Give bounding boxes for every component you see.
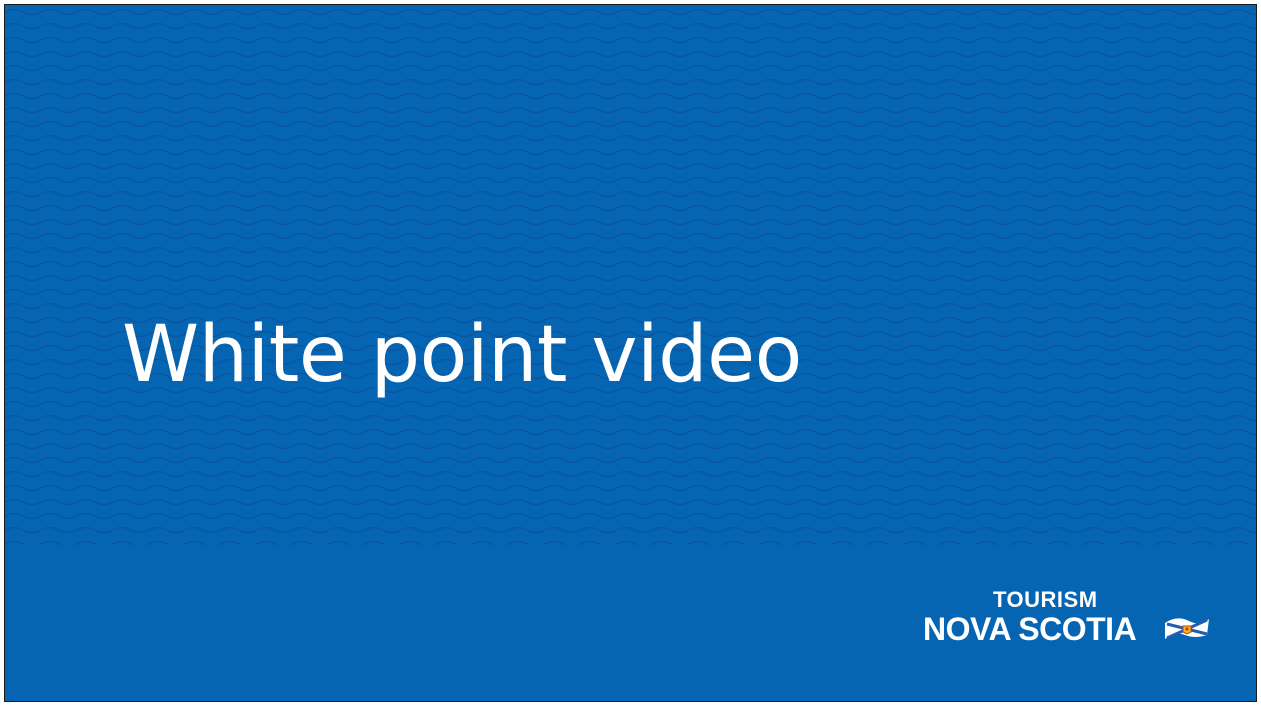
- nova-scotia-flag-icon: [1165, 618, 1209, 640]
- logo-nova-scotia-text: NOVA SCOTIA: [923, 611, 1137, 647]
- slide: White point video TOURISM NOVA SCOTIA: [4, 4, 1257, 702]
- slide-title: White point video: [122, 310, 802, 400]
- logo-tourism-text: TOURISM: [993, 587, 1098, 612]
- wave-pattern-background: [5, 5, 1256, 545]
- tourism-nova-scotia-logo: TOURISM NOVA SCOTIA: [923, 583, 1223, 663]
